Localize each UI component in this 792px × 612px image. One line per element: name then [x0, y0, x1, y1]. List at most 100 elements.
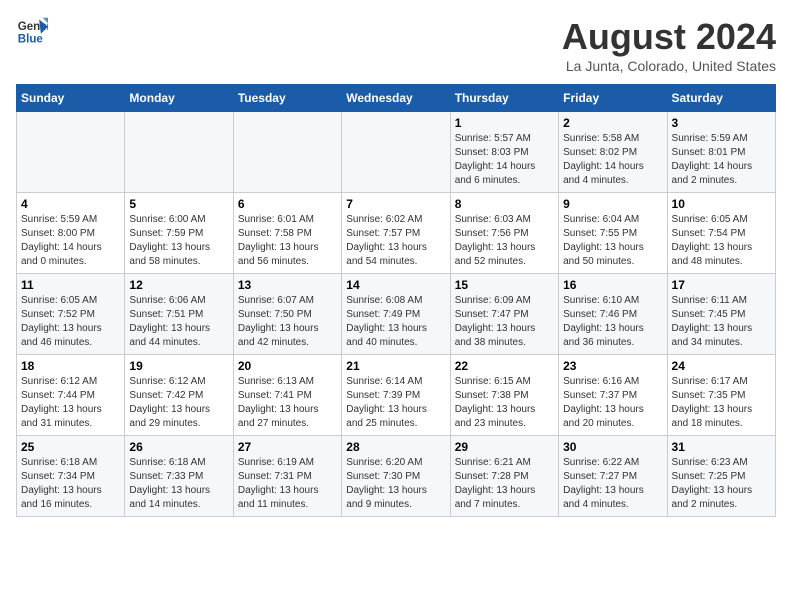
- day-number: 20: [238, 359, 337, 373]
- calendar-cell: 25 Sunrise: 6:18 AM Sunset: 7:34 PM Dayli…: [17, 436, 125, 517]
- day-info: Sunrise: 6:12 AM Sunset: 7:44 PM Dayligh…: [21, 375, 120, 431]
- calendar-cell: 8 Sunrise: 6:03 AM Sunset: 7:56 PM Daylig…: [450, 193, 558, 274]
- calendar-cell: 15Sunrise: 6:09 AM Sunset: 7:47 PM Dayli…: [450, 274, 558, 355]
- day-number: 27: [238, 440, 337, 454]
- subtitle: La Junta, Colorado, United States: [562, 58, 776, 74]
- day-number: 1: [455, 116, 554, 130]
- day-info: Sunrise: 6:21 AM Sunset: 7:28 PM Dayligh…: [455, 456, 554, 512]
- day-number: 12: [129, 278, 228, 292]
- day-info: Sunrise: 6:13 AM Sunset: 7:41 PM Dayligh…: [238, 375, 337, 431]
- day-info: Sunrise: 6:23 AM Sunset: 7:25 PM Dayligh…: [672, 456, 771, 512]
- calendar-cell: [125, 112, 233, 193]
- calendar-cell: 28 Sunrise: 6:20 AM Sunset: 7:30 PM Dayli…: [342, 436, 450, 517]
- day-number: 4: [21, 197, 120, 211]
- calendar-cell: 6 Sunrise: 6:01 AM Sunset: 7:58 PM Daylig…: [233, 193, 341, 274]
- day-number: 21: [346, 359, 445, 373]
- calendar-cell: 23 Sunrise: 6:16 AM Sunset: 7:37 PM Dayli…: [559, 355, 667, 436]
- calendar-cell: 13 Sunrise: 6:07 AM Sunset: 7:50 PM Dayli…: [233, 274, 341, 355]
- page-header: General Blue August 2024 La Junta, Color…: [16, 16, 776, 74]
- day-info: Sunrise: 5:59 AM Sunset: 8:01 PM Dayligh…: [672, 132, 771, 188]
- day-info: Sunrise: 5:58 AM Sunset: 8:02 PM Dayligh…: [563, 132, 662, 188]
- calendar-cell: 24 Sunrise: 6:17 AM Sunset: 7:35 PM Dayli…: [667, 355, 775, 436]
- day-header-thursday: Thursday: [450, 85, 558, 112]
- calendar-cell: 9Sunrise: 6:04 AM Sunset: 7:55 PM Daylig…: [559, 193, 667, 274]
- calendar-cell: [233, 112, 341, 193]
- day-number: 29: [455, 440, 554, 454]
- calendar-week-row: 1Sunrise: 5:57 AM Sunset: 8:03 PM Daylig…: [17, 112, 776, 193]
- calendar-cell: 26Sunrise: 6:18 AM Sunset: 7:33 PM Dayli…: [125, 436, 233, 517]
- day-info: Sunrise: 6:08 AM Sunset: 7:49 PM Dayligh…: [346, 294, 445, 350]
- day-number: 6: [238, 197, 337, 211]
- day-number: 10: [672, 197, 771, 211]
- calendar-week-row: 11 Sunrise: 6:05 AM Sunset: 7:52 PM Dayli…: [17, 274, 776, 355]
- calendar-cell: 21Sunrise: 6:14 AM Sunset: 7:39 PM Dayli…: [342, 355, 450, 436]
- day-number: 9: [563, 197, 662, 211]
- calendar-week-row: 18 Sunrise: 6:12 AM Sunset: 7:44 PM Dayli…: [17, 355, 776, 436]
- day-info: Sunrise: 6:17 AM Sunset: 7:35 PM Dayligh…: [672, 375, 771, 431]
- day-number: 17: [672, 278, 771, 292]
- calendar-header-row: SundayMondayTuesdayWednesdayThursdayFrid…: [17, 85, 776, 112]
- day-info: Sunrise: 6:09 AM Sunset: 7:47 PM Dayligh…: [455, 294, 554, 350]
- calendar-table: SundayMondayTuesdayWednesdayThursdayFrid…: [16, 84, 776, 517]
- calendar-cell: 4Sunrise: 5:59 AM Sunset: 8:00 PM Daylig…: [17, 193, 125, 274]
- day-number: 16: [563, 278, 662, 292]
- day-header-tuesday: Tuesday: [233, 85, 341, 112]
- day-number: 23: [563, 359, 662, 373]
- day-number: 28: [346, 440, 445, 454]
- calendar-cell: 27 Sunrise: 6:19 AM Sunset: 7:31 PM Dayli…: [233, 436, 341, 517]
- day-number: 22: [455, 359, 554, 373]
- calendar-cell: 10Sunrise: 6:05 AM Sunset: 7:54 PM Dayli…: [667, 193, 775, 274]
- calendar-cell: 31 Sunrise: 6:23 AM Sunset: 7:25 PM Dayli…: [667, 436, 775, 517]
- day-info: Sunrise: 6:18 AM Sunset: 7:34 PM Dayligh…: [21, 456, 120, 512]
- calendar-week-row: 4Sunrise: 5:59 AM Sunset: 8:00 PM Daylig…: [17, 193, 776, 274]
- day-number: 24: [672, 359, 771, 373]
- day-number: 14: [346, 278, 445, 292]
- day-number: 11: [21, 278, 120, 292]
- day-number: 5: [129, 197, 228, 211]
- calendar-cell: [342, 112, 450, 193]
- day-info: Sunrise: 6:00 AM Sunset: 7:59 PM Dayligh…: [129, 213, 228, 269]
- day-number: 2: [563, 116, 662, 130]
- day-info: Sunrise: 6:11 AM Sunset: 7:45 PM Dayligh…: [672, 294, 771, 350]
- calendar-cell: 16 Sunrise: 6:10 AM Sunset: 7:46 PM Dayli…: [559, 274, 667, 355]
- day-header-wednesday: Wednesday: [342, 85, 450, 112]
- calendar-cell: 19Sunrise: 6:12 AM Sunset: 7:42 PM Dayli…: [125, 355, 233, 436]
- day-number: 18: [21, 359, 120, 373]
- calendar-cell: 5 Sunrise: 6:00 AM Sunset: 7:59 PM Daylig…: [125, 193, 233, 274]
- calendar-cell: 17 Sunrise: 6:11 AM Sunset: 7:45 PM Dayli…: [667, 274, 775, 355]
- logo-icon: General Blue: [16, 16, 48, 48]
- day-info: Sunrise: 6:22 AM Sunset: 7:27 PM Dayligh…: [563, 456, 662, 512]
- calendar-cell: 12Sunrise: 6:06 AM Sunset: 7:51 PM Dayli…: [125, 274, 233, 355]
- day-info: Sunrise: 6:20 AM Sunset: 7:30 PM Dayligh…: [346, 456, 445, 512]
- day-info: Sunrise: 6:15 AM Sunset: 7:38 PM Dayligh…: [455, 375, 554, 431]
- day-info: Sunrise: 6:18 AM Sunset: 7:33 PM Dayligh…: [129, 456, 228, 512]
- day-number: 31: [672, 440, 771, 454]
- calendar-cell: 11 Sunrise: 6:05 AM Sunset: 7:52 PM Dayli…: [17, 274, 125, 355]
- calendar-week-row: 25 Sunrise: 6:18 AM Sunset: 7:34 PM Dayli…: [17, 436, 776, 517]
- calendar-cell: 1Sunrise: 5:57 AM Sunset: 8:03 PM Daylig…: [450, 112, 558, 193]
- calendar-cell: 22 Sunrise: 6:15 AM Sunset: 7:38 PM Dayli…: [450, 355, 558, 436]
- day-header-monday: Monday: [125, 85, 233, 112]
- calendar-cell: 14 Sunrise: 6:08 AM Sunset: 7:49 PM Dayli…: [342, 274, 450, 355]
- calendar-cell: 7Sunrise: 6:02 AM Sunset: 7:57 PM Daylig…: [342, 193, 450, 274]
- day-info: Sunrise: 6:16 AM Sunset: 7:37 PM Dayligh…: [563, 375, 662, 431]
- day-info: Sunrise: 6:07 AM Sunset: 7:50 PM Dayligh…: [238, 294, 337, 350]
- day-number: 8: [455, 197, 554, 211]
- logo: General Blue: [16, 16, 48, 48]
- calendar-cell: [17, 112, 125, 193]
- day-number: 19: [129, 359, 228, 373]
- day-number: 13: [238, 278, 337, 292]
- title-block: August 2024 La Junta, Colorado, United S…: [562, 16, 776, 74]
- day-info: Sunrise: 6:01 AM Sunset: 7:58 PM Dayligh…: [238, 213, 337, 269]
- day-info: Sunrise: 6:03 AM Sunset: 7:56 PM Dayligh…: [455, 213, 554, 269]
- day-info: Sunrise: 6:19 AM Sunset: 7:31 PM Dayligh…: [238, 456, 337, 512]
- svg-text:Blue: Blue: [18, 34, 44, 46]
- calendar-cell: 20 Sunrise: 6:13 AM Sunset: 7:41 PM Dayli…: [233, 355, 341, 436]
- day-number: 30: [563, 440, 662, 454]
- day-number: 25: [21, 440, 120, 454]
- day-info: Sunrise: 6:10 AM Sunset: 7:46 PM Dayligh…: [563, 294, 662, 350]
- calendar-cell: 30 Sunrise: 6:22 AM Sunset: 7:27 PM Dayli…: [559, 436, 667, 517]
- day-number: 7: [346, 197, 445, 211]
- day-info: Sunrise: 6:05 AM Sunset: 7:52 PM Dayligh…: [21, 294, 120, 350]
- calendar-cell: 29 Sunrise: 6:21 AM Sunset: 7:28 PM Dayli…: [450, 436, 558, 517]
